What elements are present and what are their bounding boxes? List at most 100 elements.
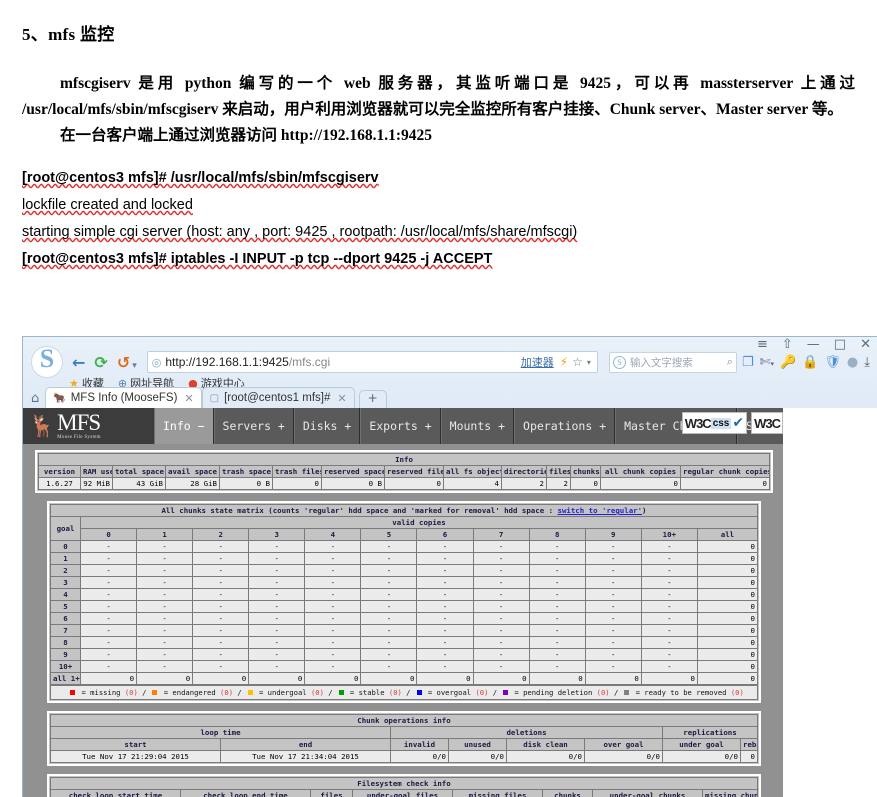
tab-close-icon[interactable]: ✕ [337, 392, 346, 405]
url-path: /mfs.cgi [288, 355, 331, 369]
w3c-css-badge[interactable]: W3C css ✔ [681, 412, 748, 434]
matrix-cell: - [192, 636, 250, 649]
nav-item-operations[interactable]: Operations + [514, 408, 616, 444]
table-row: 10+ - - - - - - - - - - -0 [50, 660, 759, 673]
col-check-loop-end-time: check loop end time [180, 789, 311, 797]
sidebar-icon[interactable]: ❐ [742, 355, 754, 370]
table-row: 3-----------0 [50, 576, 759, 589]
download-icon[interactable]: ⤓ [864, 355, 870, 370]
new-tab-button[interactable]: + [358, 390, 387, 408]
nav-item-disks[interactable]: Disks + [293, 408, 361, 444]
legend-swatch [416, 690, 422, 695]
lightning-icon[interactable]: ⚡ [560, 355, 568, 369]
chunk-operations-table: Chunk operations info loop time deletion… [50, 714, 758, 763]
paragraph-2: 在一台客户端上通过浏览器访问 http://192.168.1.1:9425 [22, 123, 855, 149]
matrix-cell: - [136, 648, 194, 661]
address-bar[interactable]: ◎ http://192.168.1.1:9425/mfs.cgi 加速器 ⚡ … [146, 351, 598, 373]
copy-col-9: 9 [584, 528, 642, 541]
val-start: Tue Nov 17 21:29:04 2015 [50, 750, 221, 763]
matrix-cell: - [640, 612, 698, 625]
nav-item-servers[interactable]: Servers + [213, 408, 294, 444]
matrix-cell: - [640, 660, 698, 673]
matrix-cell: - [360, 564, 418, 577]
legend-swatch [152, 690, 158, 695]
matrix-legend: = missing (0) / = endangered (0) / = und… [50, 685, 758, 700]
val-regular-chunk-copies: 0 [680, 477, 770, 490]
more-icon[interactable]: ● [847, 355, 858, 370]
col-missing-files: missing files [452, 789, 543, 797]
key-icon[interactable]: 🔑 [780, 355, 796, 370]
col-invalid: invalid [390, 738, 449, 751]
nav-item-exports[interactable]: Exports + [360, 408, 441, 444]
scissors-icon[interactable]: ✄▾ [760, 355, 774, 370]
matrix-cell: - [192, 600, 250, 613]
legend-count: (0) [475, 688, 489, 697]
matrix-cell: - [640, 564, 698, 577]
matrix-row-total: 0 [696, 660, 759, 673]
val-version: 1.6.27 [38, 477, 81, 490]
copy-col-10plus: 10+ [640, 528, 698, 541]
matrix-cell: - [472, 552, 530, 565]
table-row: check loop start time check loop end tim… [50, 789, 758, 797]
val-avail-space: 28 GiB [165, 477, 220, 490]
chunks-matrix-panel: All chunks state matrix (counts 'regular… [47, 501, 761, 703]
favorite-star-icon[interactable]: ☆ [572, 355, 583, 369]
tab-close-icon[interactable]: ✕ [184, 392, 193, 405]
matrix-cell: - [640, 624, 698, 637]
matrix-goal-label: 3 [50, 576, 81, 589]
legend-separator: / [233, 688, 242, 697]
matrix-row-total: 0 [696, 540, 759, 553]
val-trash-files: 0 [272, 477, 322, 490]
legend-label: = ready to be removed [631, 688, 731, 697]
history-icon[interactable]: ↺ ▾ [117, 353, 137, 372]
reload-icon[interactable]: ⟳ [94, 353, 107, 372]
matrix-cell: - [472, 588, 530, 601]
w3c-html-badge[interactable]: W3C [751, 412, 783, 434]
col-disk-clean: disk clean [506, 738, 585, 751]
matrix-cell: - [584, 636, 642, 649]
chunk-ops-title: Chunk operations info [50, 714, 758, 727]
matrix-row-total: 0 [696, 600, 759, 613]
col-chunks: chunks [570, 465, 601, 478]
lock-icon[interactable]: 🔒 [802, 355, 818, 370]
page-title: 5、mfs 监控 [22, 25, 115, 44]
matrix-cell: - [472, 576, 530, 589]
matrix-row-total: 0 [696, 588, 759, 601]
matrix-cell: - [416, 624, 474, 637]
matrix-cell: - [79, 612, 138, 625]
nav-item-mounts[interactable]: Mounts + [440, 408, 515, 444]
tab-terminal[interactable]: ▢ [root@centos1 mfs]# ✕ [201, 387, 355, 408]
search-engine-icon: S [612, 355, 626, 369]
val-reserved-space: 0 B [321, 477, 385, 490]
matrix-cell: - [192, 648, 250, 661]
matrix-title-prefix: All chunks state matrix (counts 'regular… [161, 506, 558, 515]
col-files: files [546, 465, 571, 478]
legend-separator: / [609, 688, 619, 697]
w3c-kind: css [710, 417, 732, 429]
legend-label: = undergoal [254, 688, 311, 697]
switch-to-regular-link[interactable]: switch to 'regular' [558, 506, 643, 515]
tab-mfs-info[interactable]: 🐂 MFS Info (MooseFS) ✕ [45, 387, 202, 408]
matrix-goal-label: 8 [50, 636, 81, 649]
matrix-cell: 0 [248, 672, 306, 685]
matrix-cell: - [304, 624, 362, 637]
matrix-cell: - [528, 660, 586, 673]
val-all-fs-objects: 4 [443, 477, 502, 490]
document-body: 5、mfs 监控 mfscgiserv 是用 python 编写的一个 web … [0, 0, 877, 273]
matrix-cell: 0 [528, 672, 586, 685]
shield-icon[interactable]: 🛡 [824, 355, 841, 370]
matrix-cell: - [416, 588, 474, 601]
table-row: 8-----------0 [50, 636, 759, 649]
nav-item-info[interactable]: Info − [154, 408, 214, 444]
back-button[interactable]: ← [72, 353, 85, 372]
chevron-down-icon[interactable]: ▾ [587, 358, 591, 367]
accelerator-link[interactable]: 加速器 [521, 354, 554, 370]
matrix-cell: - [248, 540, 306, 553]
search-icon[interactable]: ⌕ [727, 355, 733, 369]
matrix-cell: 0 [584, 672, 642, 685]
home-icon[interactable]: ⌂ [29, 391, 45, 408]
matrix-cell: - [192, 552, 250, 565]
search-input[interactable]: S 输入文字搜索 ⌕ [608, 351, 737, 373]
matrix-cell: - [304, 540, 362, 553]
table-row: start end invalid unused disk clean over… [50, 738, 758, 751]
